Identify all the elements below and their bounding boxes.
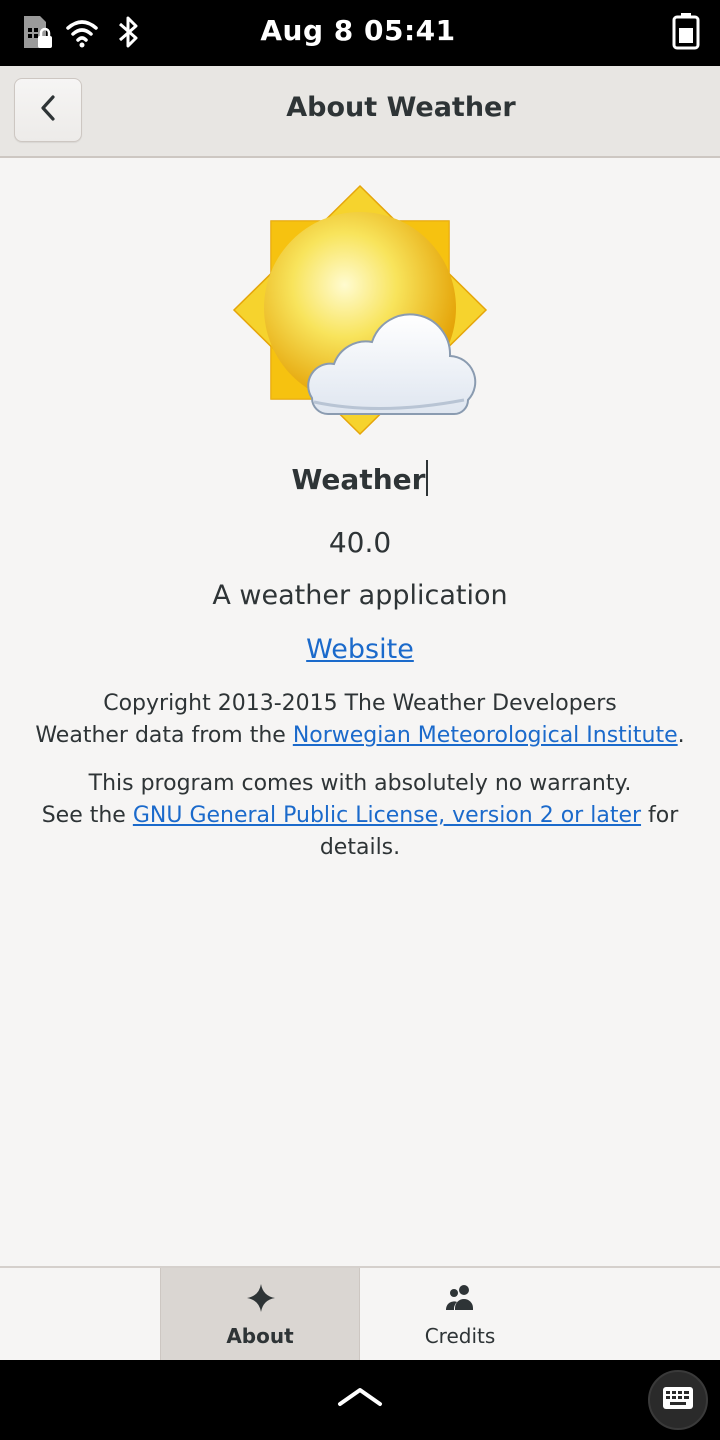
tab-about[interactable]: About — [160, 1268, 360, 1360]
license-block: This program comes with absolutely no wa… — [40, 768, 680, 864]
status-bar: Aug 8 05:41 — [0, 0, 720, 66]
keyboard-icon — [662, 1386, 694, 1414]
app-version: 40.0 — [328, 526, 392, 559]
view-switcher-bar: About Credits — [0, 1266, 720, 1360]
header-bar: About Weather — [0, 66, 720, 158]
weather-app-icon — [230, 184, 490, 444]
met-institute-link[interactable]: Norwegian Meteorological Institute — [293, 723, 678, 748]
chevron-up-icon[interactable] — [334, 1382, 386, 1412]
text-cursor — [426, 460, 429, 496]
tab-about-label: About — [226, 1324, 294, 1348]
license-line: See the GNU General Public License, vers… — [40, 800, 680, 864]
app-comments: A weather application — [212, 580, 508, 611]
system-nav-bar — [0, 1360, 720, 1440]
copyright-line: Copyright 2013-2015 The Weather Develope… — [103, 691, 617, 716]
status-clock: Aug 8 05:41 — [260, 14, 456, 47]
keyboard-toggle-button[interactable] — [648, 1370, 708, 1430]
website-row: Website — [0, 634, 720, 665]
data-source-line: Weather data from the Norwegian Meteorol… — [20, 720, 700, 752]
people-icon — [444, 1282, 476, 1314]
battery-icon — [672, 12, 700, 54]
page-title: About Weather — [286, 92, 516, 123]
copyright-block: Copyright 2013-2015 The Weather Develope… — [20, 688, 700, 752]
about-dialog: About Weather Weather 40.0 A weather app… — [0, 66, 720, 1360]
app-name-text: Weather — [291, 463, 426, 496]
sparkle-icon — [245, 1282, 277, 1314]
license-prefix: See the — [41, 803, 133, 828]
data-source-suffix: . — [677, 723, 685, 748]
app-name[interactable]: Weather — [0, 460, 720, 496]
tab-credits-label: Credits — [424, 1324, 496, 1348]
warranty-line: This program comes with absolutely no wa… — [88, 771, 632, 796]
data-source-prefix: Weather data from the — [35, 723, 293, 748]
gpl-license-link[interactable]: GNU General Public License, version 2 or… — [133, 803, 641, 828]
tab-credits[interactable]: Credits — [360, 1268, 560, 1360]
website-link[interactable]: Website — [306, 634, 414, 665]
